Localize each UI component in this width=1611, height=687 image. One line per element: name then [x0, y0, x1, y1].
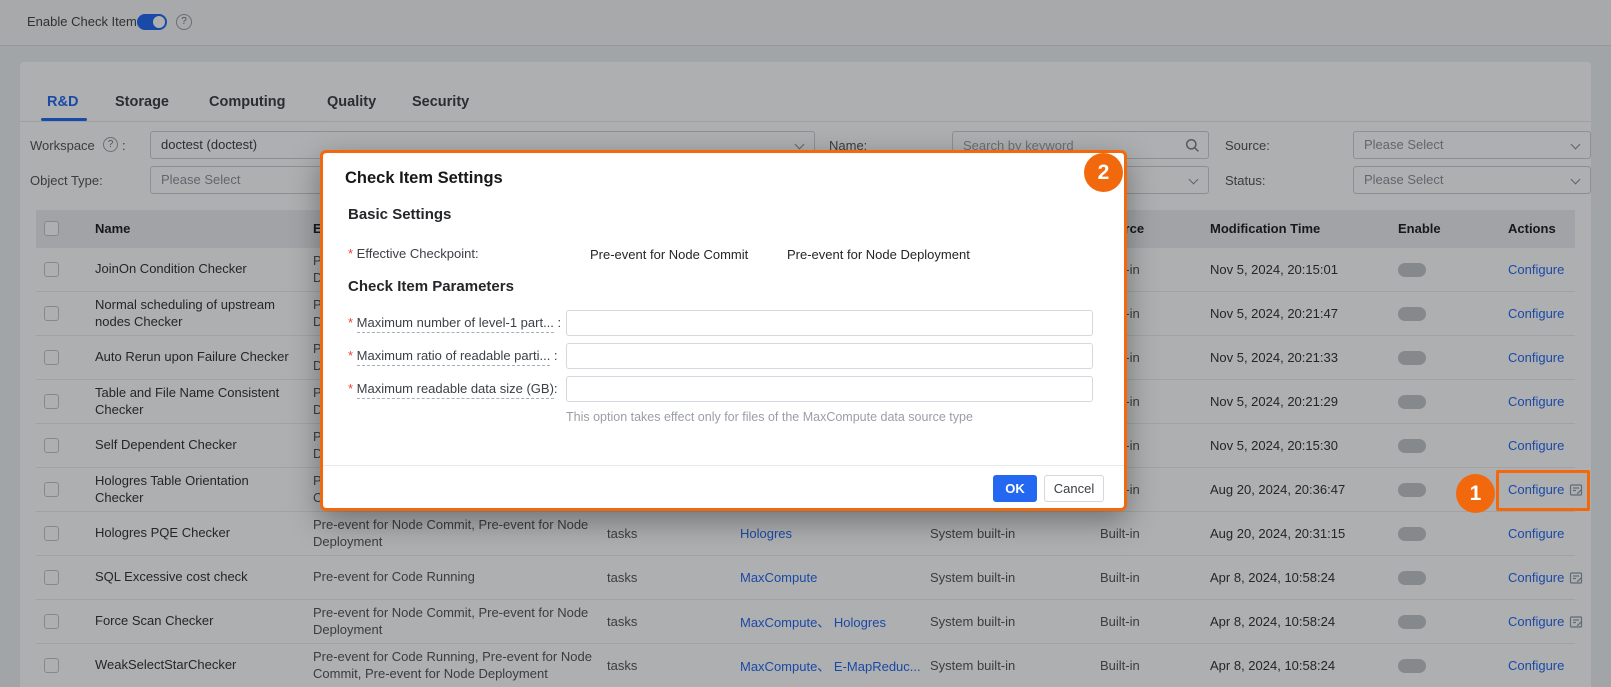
checkbox-label: Pre-event for Node Deployment — [787, 247, 970, 262]
param-label-readable-data-size: Maximum readable data size (GB): — [348, 381, 558, 399]
checkbox-label: Pre-event for Node Commit — [590, 247, 749, 262]
cancel-button[interactable]: Cancel — [1044, 475, 1104, 502]
param-label-level1-partitions: Maximum number of level-1 part... : — [348, 315, 561, 333]
screen: Enable Check Item : R&D Storage Computin… — [0, 0, 1611, 687]
param-input-level1-partitions[interactable] — [566, 310, 1093, 336]
annotation-step-2-badge: 2 — [1084, 153, 1123, 192]
param-label-readable-partitions: Maximum ratio of readable parti... : — [348, 348, 558, 366]
effective-checkpoint-label: Effective Checkpoint: — [348, 246, 479, 261]
dialog-title: Check Item Settings — [345, 169, 503, 187]
param-input-readable-partitions[interactable] — [566, 343, 1093, 369]
annotation-highlight-box — [1496, 470, 1590, 511]
param-helper-text: This option takes effect only for files … — [566, 410, 973, 424]
check-item-settings-dialog: Check Item Settings Basic Settings Effec… — [320, 150, 1127, 511]
check-item-parameters-heading: Check Item Parameters — [348, 278, 514, 295]
ok-button[interactable]: OK — [993, 475, 1037, 502]
param-input-readable-data-size[interactable] — [566, 376, 1093, 402]
annotation-step-1-badge: 1 — [1456, 474, 1495, 513]
basic-settings-heading: Basic Settings — [348, 206, 452, 223]
dialog-footer-divider — [323, 465, 1124, 466]
